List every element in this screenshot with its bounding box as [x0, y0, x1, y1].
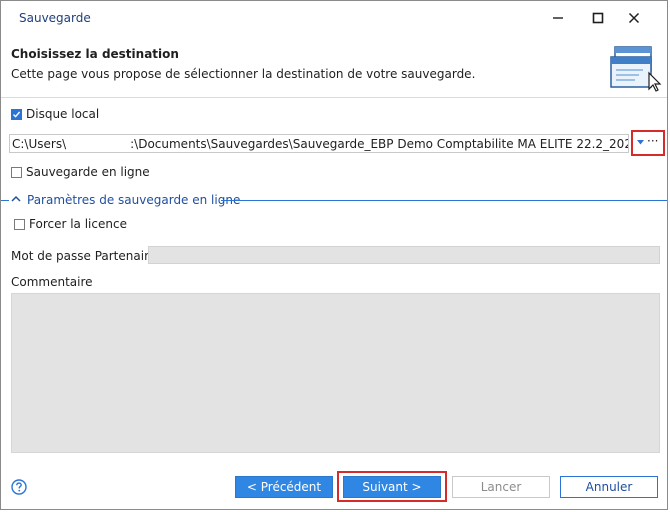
- partner-password-label: Mot de passe Partenaire: [11, 249, 157, 263]
- previous-button[interactable]: < Précédent: [235, 476, 333, 498]
- maximize-icon: [592, 12, 604, 24]
- check-icon: [13, 111, 21, 118]
- path-start: C:\Users\: [12, 137, 67, 151]
- next-button[interactable]: Suivant >: [343, 476, 441, 498]
- force-license-label: Forcer la licence: [29, 217, 127, 231]
- window-title: Sauvegarde: [19, 11, 91, 25]
- close-icon: [628, 12, 640, 24]
- browse-button[interactable]: ···: [647, 134, 658, 148]
- header-divider: [1, 97, 667, 98]
- window-cursor-icon: [609, 43, 665, 93]
- title-bar: Sauvegarde: [1, 1, 667, 35]
- minimize-button[interactable]: [545, 7, 571, 29]
- page-description: Cette page vous propose de sélectionner …: [11, 67, 476, 81]
- online-section-title[interactable]: Paramètres de sauvegarde en ligne: [27, 193, 240, 207]
- section-divider: [221, 200, 667, 201]
- maximize-button[interactable]: [585, 7, 611, 29]
- local-disk-label: Disque local: [26, 107, 100, 121]
- comment-label: Commentaire: [11, 275, 93, 289]
- comment-textarea[interactable]: [11, 293, 660, 453]
- path-end: :\Documents\Sauvegardes\Sauvegarde_EBP D…: [130, 137, 629, 151]
- cancel-button[interactable]: Annuler: [560, 476, 658, 498]
- dropdown-arrow-icon[interactable]: [637, 140, 644, 145]
- chevron-up-icon[interactable]: [11, 195, 21, 202]
- local-disk-checkbox[interactable]: [11, 109, 22, 120]
- section-divider-lead: [1, 200, 9, 201]
- minimize-icon: [553, 17, 563, 19]
- force-license-checkbox[interactable]: [14, 219, 25, 230]
- path-buttons-highlight: ···: [631, 130, 665, 156]
- dialog-window: Sauvegarde Choisissez la destination Cet…: [0, 0, 668, 510]
- help-icon[interactable]: [11, 479, 27, 495]
- close-button[interactable]: [621, 7, 647, 29]
- destination-path-input[interactable]: C:\Users\ :\Documents\Sauvegardes\Sauvega…: [9, 134, 629, 153]
- online-backup-label: Sauvegarde en ligne: [26, 165, 150, 179]
- online-backup-checkbox[interactable]: [11, 167, 22, 178]
- partner-password-field[interactable]: [148, 246, 660, 264]
- launch-button[interactable]: Lancer: [452, 476, 550, 498]
- page-title: Choisissez la destination: [11, 47, 179, 61]
